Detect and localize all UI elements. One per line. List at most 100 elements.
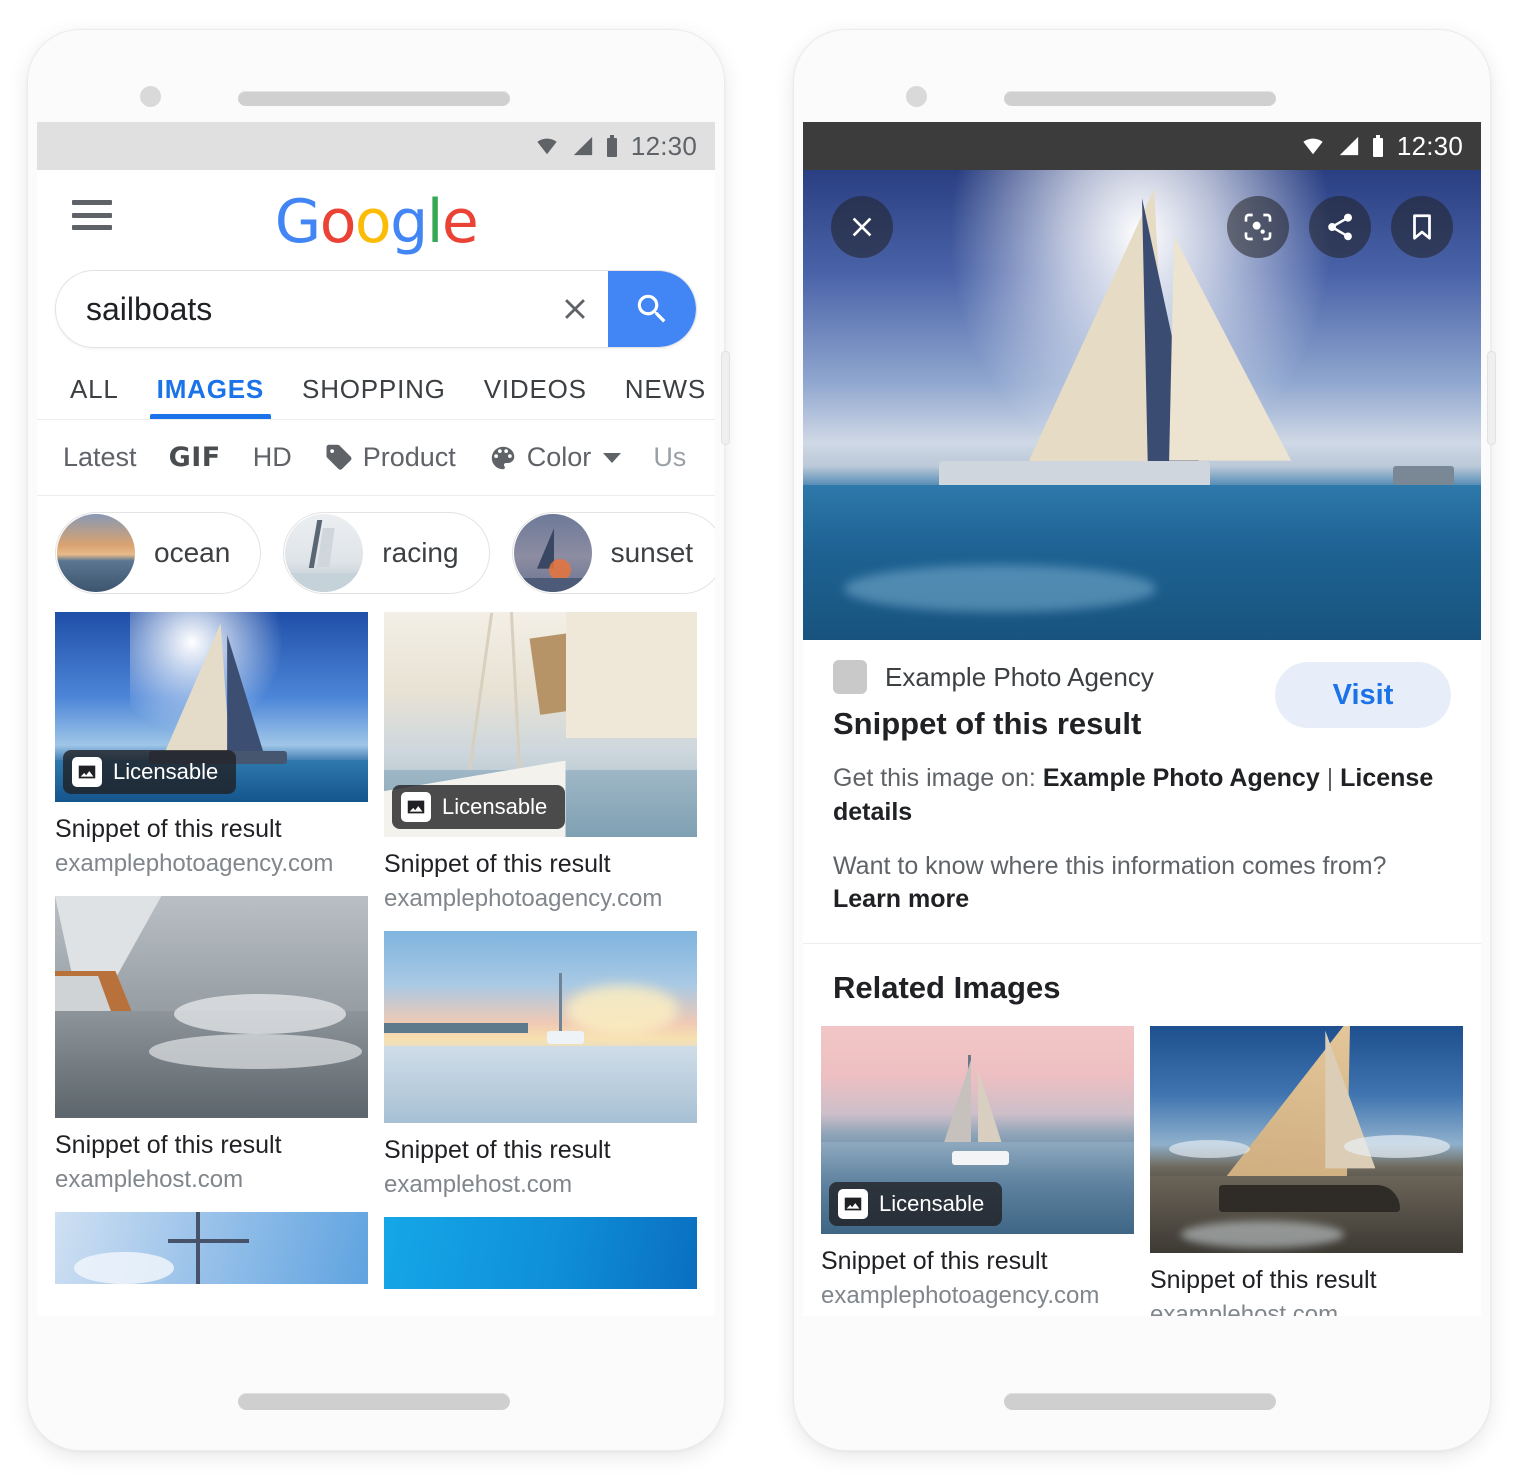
related-column-left: Licensable Snippet of this result exampl… — [821, 1026, 1134, 1316]
image-viewer-hero[interactable] — [803, 170, 1481, 640]
licensable-badge-label: Licensable — [879, 1191, 985, 1216]
status-bar-right: 12:30 — [803, 122, 1481, 170]
screenshot-stage: 12:30 Google sailboats ALL IMAGES SHOPPI… — [0, 0, 1518, 1476]
detail-get-image-line: Get this image on: Example Photo Agency … — [833, 762, 1451, 830]
filter-usage-rights[interactable]: Us — [653, 442, 686, 473]
chip-ocean[interactable]: ocean — [55, 512, 262, 594]
signal-icon — [1339, 136, 1359, 156]
logo-letter-1: G — [274, 187, 322, 257]
tab-news[interactable]: NEWS — [606, 374, 715, 419]
image-license-icon — [401, 792, 431, 822]
result-card[interactable]: Snippet of this result examplehost.com — [55, 896, 368, 1194]
logo-letter-5: l — [426, 187, 444, 257]
detail-learn-more-line: Want to know where this information come… — [833, 850, 1451, 918]
learn-more-link[interactable]: Learn more — [833, 885, 969, 913]
image-detail-panel: Visit Example Photo Agency Snippet of th… — [803, 640, 1481, 944]
result-snippet: Snippet of this result — [55, 1131, 282, 1159]
chevron-down-icon — [603, 452, 622, 463]
google-lens-icon — [1244, 213, 1272, 241]
result-thumbnail[interactable]: Licensable — [384, 612, 697, 837]
visit-button[interactable]: Visit — [1275, 662, 1451, 728]
result-host: examplehost.com — [384, 1171, 573, 1198]
search-bar[interactable] — [55, 270, 697, 348]
result-card[interactable]: Snippet of this result examplehost.com — [384, 931, 697, 1199]
filter-gif[interactable]: GIF — [169, 442, 221, 473]
search-icon — [637, 294, 666, 323]
share-button[interactable] — [1309, 196, 1371, 258]
related-thumbnail[interactable]: Licensable — [821, 1026, 1134, 1234]
home-bar[interactable] — [1004, 1393, 1276, 1410]
licensable-badge: Licensable — [63, 750, 237, 794]
result-thumbnail[interactable] — [55, 896, 368, 1118]
search-input[interactable] — [56, 290, 542, 328]
result-card[interactable]: Licensable Snippet of this result exampl… — [55, 612, 368, 878]
related-card[interactable]: Licensable Snippet of this result exampl… — [821, 1026, 1134, 1310]
chip-racing-label: racing — [382, 537, 459, 568]
result-snippet: Snippet of this result — [384, 1136, 611, 1164]
result-card[interactable]: Licensable Snippet of this result exampl… — [384, 612, 697, 913]
power-button[interactable] — [722, 352, 729, 444]
image-results-grid: Licensable Snippet of this result exampl… — [37, 612, 715, 1307]
front-camera — [140, 86, 161, 107]
google-header: Google — [37, 170, 715, 270]
logo-letter-6: e — [441, 187, 479, 257]
related-column-right: Snippet of this result examplehost.com — [1150, 1026, 1463, 1316]
search-submit-button[interactable] — [608, 271, 696, 347]
earpiece-speaker — [1004, 91, 1276, 106]
filter-gif-label: GIF — [168, 442, 221, 473]
chip-ocean-label: ocean — [154, 537, 231, 568]
bookmark-button[interactable] — [1391, 196, 1453, 258]
related-snippet: Snippet of this result — [1150, 1266, 1377, 1294]
tab-shopping[interactable]: SHOPPING — [283, 374, 465, 419]
close-button[interactable] — [831, 196, 893, 258]
tag-icon — [326, 444, 352, 470]
earpiece-speaker — [238, 91, 510, 106]
signal-icon — [573, 136, 593, 156]
site-favicon — [833, 660, 867, 694]
related-host: examplephotoagency.com — [821, 1282, 1100, 1309]
result-thumbnail[interactable] — [384, 931, 697, 1123]
phone-device-left: 12:30 Google sailboats ALL IMAGES SHOPPI… — [28, 30, 729, 1450]
result-thumbnail[interactable]: Licensable — [55, 612, 368, 802]
filter-product[interactable]: Product — [324, 442, 456, 473]
chip-racing-thumbnail — [285, 514, 364, 592]
result-thumbnail[interactable] — [384, 1217, 697, 1289]
clear-search-button[interactable] — [542, 271, 608, 347]
palette-icon — [491, 446, 515, 469]
result-thumbnail[interactable] — [55, 1212, 368, 1284]
chip-racing[interactable]: racing — [283, 512, 490, 594]
tab-images[interactable]: IMAGES — [138, 374, 283, 419]
related-card[interactable]: Snippet of this result examplehost.com — [1150, 1026, 1463, 1316]
status-bar-time: 12:30 — [1396, 130, 1463, 161]
screen-right: 12:30 Visit Example Photo Agency Snippet… — [803, 122, 1481, 1316]
tab-all[interactable]: ALL — [51, 374, 138, 419]
google-logo: Google — [37, 192, 715, 252]
related-snippet: Snippet of this result — [821, 1247, 1048, 1275]
filter-color-label: Color — [526, 442, 592, 472]
tab-videos[interactable]: VIDEOS — [465, 374, 606, 419]
bookmark-icon — [1413, 214, 1431, 240]
result-snippet: Snippet of this result — [384, 850, 611, 878]
related-thumbnail[interactable] — [1150, 1026, 1463, 1253]
get-image-source-link[interactable]: Example Photo Agency — [1043, 764, 1320, 792]
result-card[interactable] — [55, 1212, 368, 1284]
licensable-badge: Licensable — [829, 1182, 1003, 1226]
google-lens-button[interactable] — [1227, 196, 1289, 258]
chip-sunset-thumbnail — [513, 514, 592, 592]
related-images-heading: Related Images — [833, 970, 1061, 1005]
power-button[interactable] — [1488, 352, 1495, 444]
result-card[interactable] — [384, 1217, 697, 1289]
home-bar[interactable] — [238, 1393, 510, 1410]
filter-color[interactable]: Color — [488, 442, 622, 473]
results-column-right: Licensable Snippet of this result exampl… — [384, 612, 697, 1307]
filter-hd[interactable]: HD — [253, 442, 292, 473]
chip-sunset[interactable]: sunset — [511, 512, 715, 594]
share-icon — [1328, 213, 1352, 241]
related-host: examplehost.com — [1150, 1301, 1339, 1316]
get-image-separator: | — [1319, 764, 1341, 792]
filter-usage-rights-label: Us — [653, 442, 687, 472]
close-icon — [565, 299, 585, 319]
related-search-chips: ocean racing sunset — [37, 496, 715, 612]
filter-latest[interactable]: Latest — [63, 442, 137, 473]
licensable-badge: Licensable — [392, 785, 566, 829]
